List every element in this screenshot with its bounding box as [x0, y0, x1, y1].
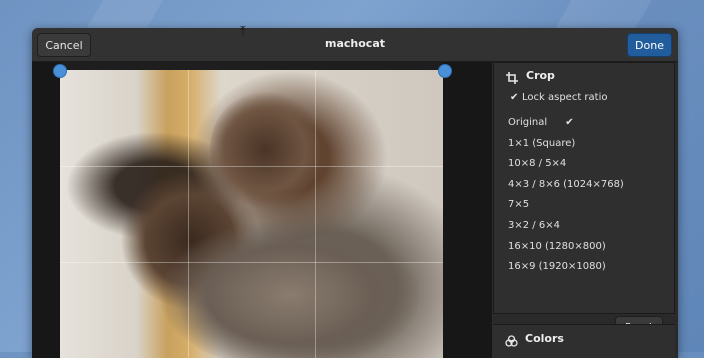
aspect-ratio-item[interactable]: 16×10 (1280×800) [494, 241, 674, 259]
aspect-ratio-label: 7×5 [508, 199, 530, 211]
checkmark-icon: ✔ [510, 92, 519, 103]
crop-mask-right [443, 62, 492, 358]
aspect-ratio-item[interactable]: 16×9 (1920×1080) [494, 261, 674, 279]
crop-panel: Crop ✔ Lock aspect ratio Original ✔ 1×1 (S… [493, 62, 675, 338]
crop-handle-top-left[interactable] [53, 64, 67, 78]
aspect-ratio-label: 16×9 (1920×1080) [508, 261, 606, 273]
crop-section-title: Crop [526, 69, 555, 82]
aspect-ratio-item[interactable]: 10×8 / 5×4 [494, 158, 674, 176]
aspect-ratio-label: 4×3 / 8×6 (1024×768) [508, 178, 624, 190]
checkmark-icon: ✔ [565, 117, 574, 128]
aspect-ratio-label: 1×1 (Square) [508, 137, 576, 149]
colors-section-title: Colors [525, 332, 564, 345]
aspect-ratio-label: 3×2 / 6×4 [508, 220, 560, 231]
aspect-ratio-label: Original [508, 117, 548, 128]
grid-line [60, 262, 443, 263]
aspect-ratio-item[interactable]: Original ✔ [494, 117, 674, 135]
grid-line [60, 166, 443, 167]
edit-sidebar: Crop ✔ Lock aspect ratio Original ✔ 1×1 (S… [493, 62, 678, 358]
crop-icon [506, 69, 518, 88]
aspect-ratio-label: 16×10 (1280×800) [508, 240, 606, 252]
done-button[interactable]: Done [627, 33, 672, 57]
aspect-ratio-label: 10×8 / 5×4 [508, 158, 567, 170]
colors-icon [505, 332, 518, 351]
move-cursor-icon: ⤒ [240, 24, 246, 39]
aspect-ratio-item[interactable]: 1×1 (Square) [494, 138, 674, 156]
cat-photo [60, 70, 443, 358]
header-bar: Cancel machocat Done [32, 28, 678, 62]
colors-section[interactable]: Colors [493, 324, 675, 358]
aspect-ratio-item[interactable]: 3×2 / 6×4 [494, 220, 674, 238]
aspect-ratio-item[interactable]: 7×5 [494, 199, 674, 217]
crop-dialog: Cancel machocat Done Crop ✔ Lock aspect … [32, 28, 678, 358]
dialog-title: machocat [325, 37, 385, 50]
image-canvas[interactable] [32, 62, 492, 358]
crop-handle-top-right[interactable] [438, 64, 452, 78]
grid-line [315, 70, 316, 358]
grid-line [188, 70, 189, 358]
lock-aspect-ratio-label: Lock aspect ratio [522, 92, 608, 103]
crop-mask-left [32, 62, 60, 358]
aspect-ratio-item[interactable]: 4×3 / 8×6 (1024×768) [494, 179, 674, 197]
